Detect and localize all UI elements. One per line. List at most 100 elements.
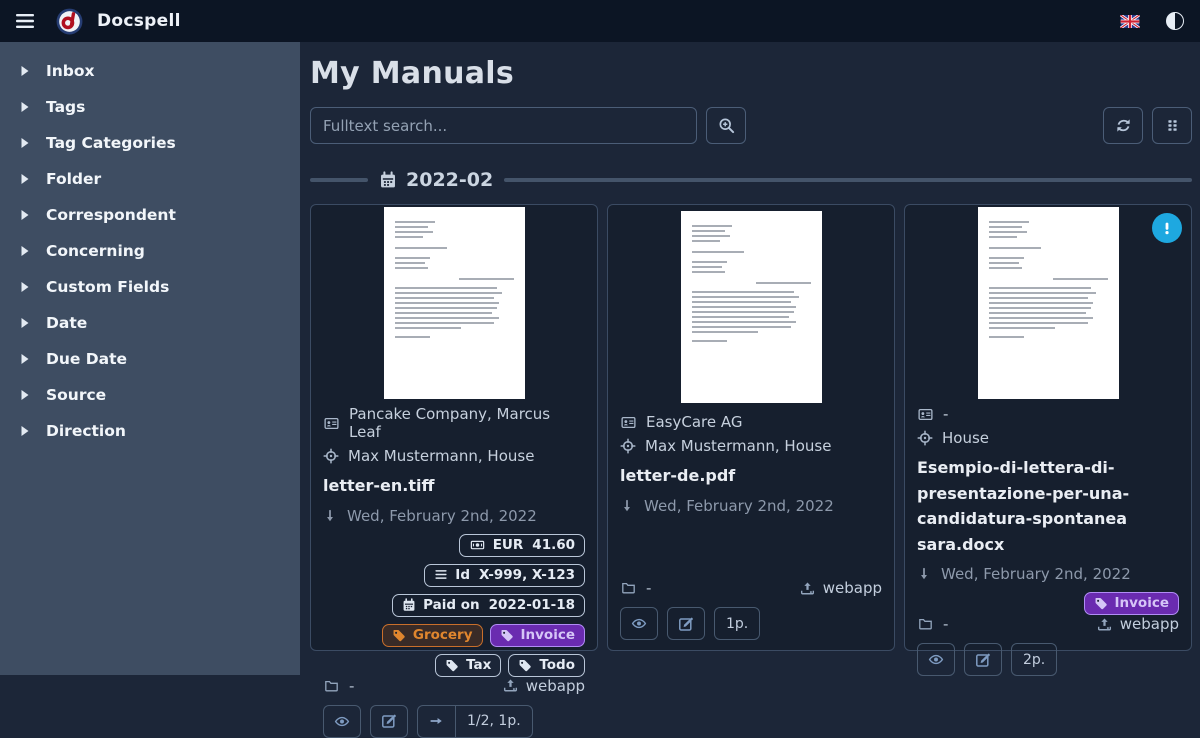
caret-right-icon <box>20 425 30 437</box>
item-name-link[interactable]: letter-de.pdf <box>620 463 882 489</box>
sidebar-item-due-date[interactable]: Due Date <box>0 342 300 376</box>
sidebar-item-folder[interactable]: Folder <box>0 162 300 196</box>
tag-badge[interactable]: Invoice <box>490 624 586 647</box>
caret-right-icon <box>20 245 30 257</box>
tag-label: Grocery <box>413 627 473 643</box>
source-info: webapp <box>1097 615 1179 633</box>
divider-line <box>504 178 1192 182</box>
tag-label: Invoice <box>521 627 576 643</box>
tag-badge[interactable]: Tax <box>435 654 501 677</box>
edit-icon <box>975 652 991 668</box>
sidebar-item-label: Custom Fields <box>46 278 169 296</box>
refresh-button[interactable] <box>1103 107 1143 144</box>
sidebar-item-correspondent[interactable]: Correspondent <box>0 198 300 232</box>
eye-icon <box>333 714 351 729</box>
sidebar-item-custom-fields[interactable]: Custom Fields <box>0 270 300 304</box>
tag-icon <box>518 658 532 672</box>
correspondent-text: Pancake Company, Marcus Leaf <box>349 405 585 441</box>
eye-icon <box>630 616 648 631</box>
arrow-down-icon <box>917 566 931 582</box>
source-value: webapp <box>526 677 585 695</box>
item-date-line: Wed, February 2nd, 2022 <box>323 507 585 525</box>
field-label: Paid on <box>423 597 480 613</box>
item-name-link[interactable]: Esempio-di-lettera-di-presentazione-per-… <box>917 455 1179 557</box>
edit-button[interactable] <box>964 643 1002 676</box>
sidebar-item-label: Direction <box>46 422 126 440</box>
refresh-icon <box>1115 117 1132 134</box>
field-value: X-999, X-123 <box>479 567 575 583</box>
item-date-line: Wed, February 2nd, 2022 <box>620 497 882 515</box>
search-button[interactable] <box>706 107 746 144</box>
card-footer: - webapp 1p. <box>620 579 882 640</box>
custom-field-badge[interactable]: Paid on 2022-01-18 <box>392 594 585 617</box>
tag-label: Tax <box>466 657 491 673</box>
concerning-text: Max Mustermann, House <box>348 447 534 465</box>
page-title: My Manuals <box>310 56 1192 91</box>
id-card-icon <box>323 416 340 431</box>
edit-icon <box>678 616 694 632</box>
sidebar-item-inbox[interactable]: Inbox <box>0 54 300 88</box>
sidebar-item-label: Due Date <box>46 350 127 368</box>
item-card[interactable]: EasyCare AG Max Mustermann, House letter… <box>607 204 895 651</box>
item-card[interactable]: - House Esempio-di-lettera-di-presentazi… <box>904 204 1192 651</box>
sidebar-item-label: Inbox <box>46 62 95 80</box>
caret-right-icon <box>20 65 30 77</box>
id-card-icon <box>620 415 637 430</box>
tag-badge[interactable]: Todo <box>508 654 585 677</box>
grid-view-icon <box>1165 118 1180 133</box>
arrow-down-icon <box>620 498 634 514</box>
tag-icon <box>392 628 406 642</box>
item-card[interactable]: Pancake Company, Marcus Leaf Max Musterm… <box>310 204 598 651</box>
correspondent-text: - <box>943 405 948 423</box>
edit-icon <box>381 713 397 729</box>
sidebar-item-label: Tags <box>46 98 85 116</box>
source-value: webapp <box>1120 615 1179 633</box>
folder-source-row: - webapp <box>620 579 882 597</box>
edit-button[interactable] <box>667 607 705 640</box>
tag-badge[interactable]: Invoice <box>1084 592 1180 615</box>
view-mode-button[interactable] <box>1152 107 1192 144</box>
dark-light-toggle-icon[interactable] <box>1166 12 1184 30</box>
crosshairs-icon <box>620 438 636 454</box>
sidebar-item-concerning[interactable]: Concerning <box>0 234 300 268</box>
sidebar-item-source[interactable]: Source <box>0 378 300 412</box>
preview-button[interactable] <box>620 607 658 640</box>
field-value: 2022-01-18 <box>489 597 575 613</box>
next-attachment-button[interactable] <box>418 706 456 737</box>
edit-button[interactable] <box>370 705 408 738</box>
sidebar-item-direction[interactable]: Direction <box>0 414 300 448</box>
field-value: 41.60 <box>532 537 575 553</box>
sidebar-item-tag-categories[interactable]: Tag Categories <box>0 126 300 160</box>
item-name-link[interactable]: letter-en.tiff <box>323 473 585 499</box>
tag-icon <box>1094 596 1108 610</box>
search-bar <box>310 107 1192 144</box>
sidebar-item-tags[interactable]: Tags <box>0 90 300 124</box>
list-icon <box>434 568 448 581</box>
calendar-icon <box>402 598 416 612</box>
custom-field-badge[interactable]: EUR41.60 <box>459 534 585 557</box>
language-flag-icon[interactable] <box>1120 15 1140 28</box>
item-thumbnail[interactable] <box>323 207 585 399</box>
item-thumbnail[interactable] <box>917 207 1179 399</box>
caret-right-icon <box>20 209 30 221</box>
tag-badge[interactable]: Grocery <box>382 624 483 647</box>
item-date: Wed, February 2nd, 2022 <box>644 497 834 515</box>
preview-button[interactable] <box>323 705 361 738</box>
menu-hamburger-icon[interactable] <box>16 14 34 28</box>
top-bar: Docspell <box>0 0 1200 42</box>
folder-icon <box>620 581 637 595</box>
sidebar-item-date[interactable]: Date <box>0 306 300 340</box>
divider-line <box>310 178 368 182</box>
caret-right-icon <box>20 317 30 329</box>
item-date-line: Wed, February 2nd, 2022 <box>917 565 1179 583</box>
item-thumbnail[interactable] <box>620 207 882 407</box>
new-item-indicator-icon <box>1152 213 1182 243</box>
sidebar-item-label: Concerning <box>46 242 145 260</box>
fulltext-search-input[interactable] <box>310 107 697 144</box>
sidebar-item-label: Source <box>46 386 106 404</box>
eye-icon <box>927 652 945 667</box>
custom-field-badge[interactable]: IdX-999, X-123 <box>424 564 585 587</box>
item-date: Wed, February 2nd, 2022 <box>347 507 537 525</box>
tag-label: Todo <box>539 657 575 673</box>
preview-button[interactable] <box>917 643 955 676</box>
